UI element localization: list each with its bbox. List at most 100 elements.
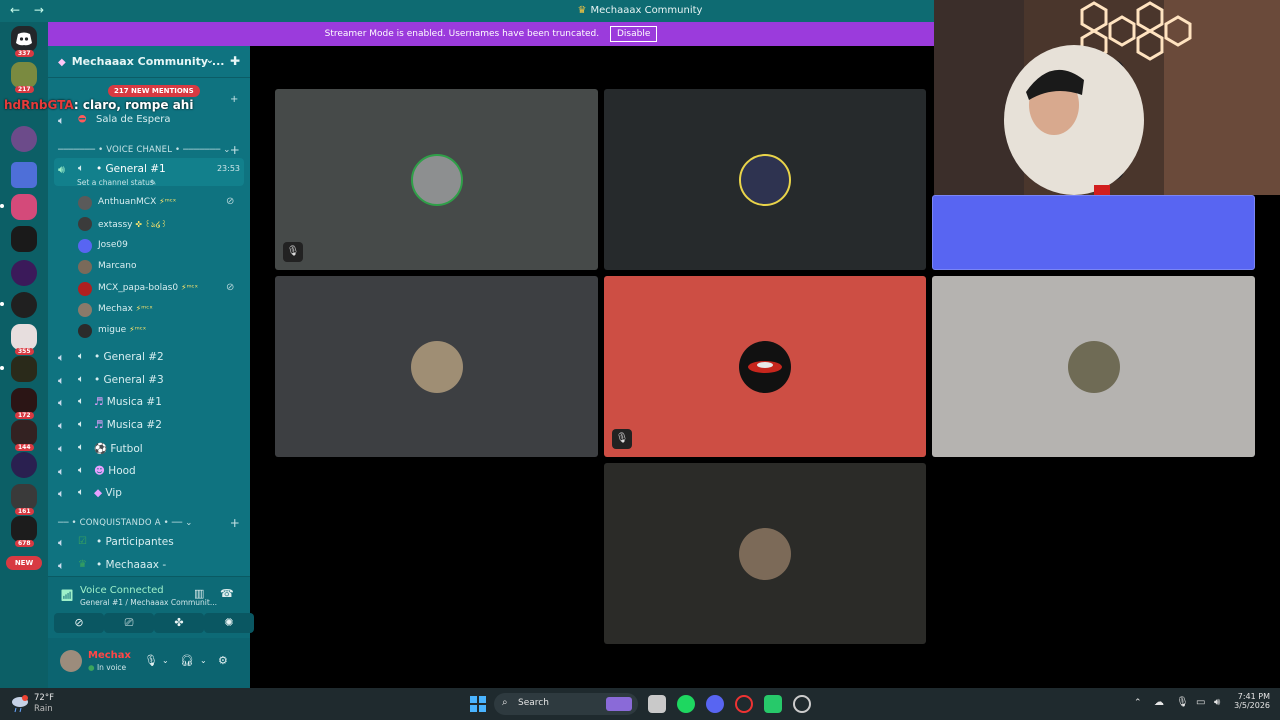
active-channel-name: General #1 bbox=[105, 163, 166, 175]
server-icon[interactable] bbox=[11, 452, 37, 478]
channel-emoji-icon: ☑ bbox=[78, 536, 87, 547]
kick-icon[interactable] bbox=[764, 695, 782, 713]
speaker-icon: 🔈︎ bbox=[58, 441, 65, 455]
user-tag: ✜ ꒰ঌ໒꒱ bbox=[135, 220, 168, 230]
weather-temp: 72°F bbox=[34, 693, 54, 703]
chevron-down-icon[interactable]: ⌄ bbox=[206, 55, 214, 66]
microphone-icon[interactable]: 🎙︎ bbox=[144, 654, 158, 667]
avatar bbox=[78, 196, 92, 210]
user-tag: ⚡ᵐᶜˣ bbox=[180, 282, 199, 292]
folder-icon[interactable] bbox=[11, 162, 37, 188]
voice-user-name: MCX_papa-bolas0 ⚡ᵐᶜˣ bbox=[98, 283, 198, 293]
server-icon[interactable] bbox=[11, 194, 37, 220]
server-header[interactable]: ◆ Mechaaax Community ... ⌄ ✚ bbox=[48, 46, 250, 78]
chevron-down-icon[interactable]: ⌄ bbox=[200, 656, 207, 665]
soundboard-button[interactable]: ✺ bbox=[204, 613, 254, 633]
channel-label: • General #3 bbox=[94, 373, 164, 386]
banner-text: Streamer Mode is enabled. Usernames have… bbox=[324, 29, 600, 39]
avatar bbox=[78, 238, 92, 253]
new-mentions-pill[interactable]: 217 NEW MENTIONS bbox=[108, 85, 200, 97]
server-icon[interactable] bbox=[11, 226, 37, 252]
opera-icon[interactable] bbox=[735, 695, 753, 713]
add-channel-icon[interactable]: + bbox=[230, 143, 240, 157]
user-name: Mechax bbox=[88, 650, 131, 661]
new-unreads-pill[interactable]: NEW bbox=[6, 556, 42, 570]
discord-home-icon[interactable]: 337 bbox=[11, 26, 37, 57]
participant-tile[interactable] bbox=[275, 276, 598, 457]
channel-emoji-icon: ☻ bbox=[94, 464, 105, 477]
clock-date: 3/5/2026 bbox=[1234, 701, 1270, 710]
search-label: Search bbox=[518, 698, 549, 708]
speaker-icon: 🔈︎ bbox=[58, 114, 65, 127]
gear-icon[interactable]: ⚙ bbox=[218, 654, 228, 667]
participant-tile[interactable]: 🎙︎ bbox=[275, 89, 598, 270]
speaker-icon: 🔈︎ bbox=[58, 536, 65, 549]
speaker-icon: 🔈︎ bbox=[58, 558, 65, 572]
windows-start-icon[interactable] bbox=[469, 695, 487, 713]
server-icon[interactable]: 355 bbox=[11, 324, 37, 355]
volume-icon: 🔈︎ bbox=[78, 396, 84, 408]
chat-overlay: hdRnbGTA: claro, rompe ahi bbox=[4, 98, 193, 112]
server-icon[interactable]: 217 bbox=[11, 62, 37, 93]
disable-button[interactable]: Disable bbox=[609, 26, 658, 42]
participant-tile[interactable] bbox=[932, 195, 1255, 270]
server-icon[interactable]: 161 bbox=[11, 484, 37, 515]
speaker-icon: 🔈︎ bbox=[58, 419, 65, 433]
participant-tile[interactable]: 🎙︎ bbox=[604, 276, 926, 457]
taskbar-search[interactable]: ⌕ Search bbox=[494, 693, 638, 715]
channel-emoji-icon: ♛ bbox=[78, 558, 87, 570]
voice-user-name: migue ⚡ᵐᶜˣ bbox=[98, 325, 146, 335]
chevron-up-icon[interactable]: ⌃ bbox=[1134, 698, 1142, 708]
channel-name: Musica #2 bbox=[106, 419, 162, 432]
cloud-icon[interactable]: ☁︎ bbox=[1154, 697, 1164, 708]
category-voice-chanel[interactable]: ─────── • VOICE CHANEL • ─────── ⌄ + bbox=[58, 143, 240, 157]
avatar bbox=[739, 153, 791, 206]
volume-icon[interactable]: 🔊︎ bbox=[1214, 697, 1220, 708]
camera-off-button[interactable]: ⊘ bbox=[54, 613, 104, 633]
avatar bbox=[78, 260, 92, 275]
clock[interactable]: 7:41 PM 3/5/2026 bbox=[1222, 692, 1270, 710]
participant-tile[interactable] bbox=[604, 463, 926, 644]
user-status-text: In voice bbox=[96, 663, 127, 672]
server-icon[interactable] bbox=[11, 292, 37, 318]
weather-widget[interactable]: 72°F Rain bbox=[10, 693, 54, 716]
headphones-icon[interactable]: 🎧︎ bbox=[180, 654, 194, 667]
participant-tile[interactable] bbox=[604, 89, 926, 270]
crown-icon: ♛ bbox=[577, 5, 587, 16]
avatar[interactable] bbox=[60, 650, 82, 672]
participant-tile[interactable] bbox=[932, 276, 1255, 457]
noise-suppression-icon[interactable]: ▥ bbox=[194, 587, 204, 600]
add-channel-icon[interactable]: + bbox=[230, 516, 240, 530]
channel-sala-de-espera[interactable]: 🔈︎ ⛔︎ Sala de Espera bbox=[48, 114, 250, 128]
screen-share-button[interactable]: ⎚ bbox=[104, 613, 154, 633]
discord-window: ← → ♛Mechaaax Community 337 217 355 172 bbox=[0, 0, 1280, 720]
spotify-icon[interactable] bbox=[677, 695, 695, 713]
server-icon[interactable] bbox=[11, 356, 37, 382]
server-rail: 337 217 355 172 144 161 678 NEW bbox=[0, 22, 48, 688]
server-icon[interactable]: 144 bbox=[11, 420, 37, 451]
taskbar: 72°F Rain ⌕ Search ⌃ ☁︎ 🎙︎ ▭ 🔊︎ 7:41 PM … bbox=[0, 688, 1280, 720]
disconnect-icon[interactable]: ☎︎ bbox=[220, 587, 234, 600]
microphone-icon[interactable]: 🎙︎ bbox=[1176, 697, 1189, 708]
server-icon[interactable]: 172 bbox=[11, 388, 37, 419]
activities-button[interactable]: ✤ bbox=[154, 613, 204, 633]
obs-icon[interactable] bbox=[793, 695, 811, 713]
server-icon[interactable] bbox=[11, 126, 37, 152]
server-icon[interactable]: 678 bbox=[11, 516, 37, 547]
chevron-down-icon[interactable]: ⌄ bbox=[162, 656, 169, 665]
channel-name: Hood bbox=[108, 464, 136, 477]
add-member-icon[interactable]: ✚ bbox=[230, 54, 240, 68]
add-channel-icon[interactable]: + bbox=[230, 94, 238, 105]
category-conquistando[interactable]: ── • CONQUISTANDO A • ── ⌄ + bbox=[58, 516, 240, 530]
speaker-icon: 🔈︎ bbox=[58, 373, 65, 387]
avatar bbox=[78, 281, 92, 296]
discord-icon[interactable] bbox=[706, 695, 724, 713]
voice-status: Voice Connected bbox=[80, 585, 164, 596]
server-icon[interactable] bbox=[11, 260, 37, 286]
speaker-icon: 🔈︎ bbox=[58, 487, 65, 501]
display-icon[interactable]: ▭ bbox=[1196, 697, 1205, 708]
edit-icon: ✎ bbox=[150, 178, 157, 187]
user-name: migue bbox=[98, 325, 127, 336]
task-view-icon[interactable] bbox=[648, 695, 666, 713]
channel-label: ⚽ Futbol bbox=[94, 442, 143, 455]
